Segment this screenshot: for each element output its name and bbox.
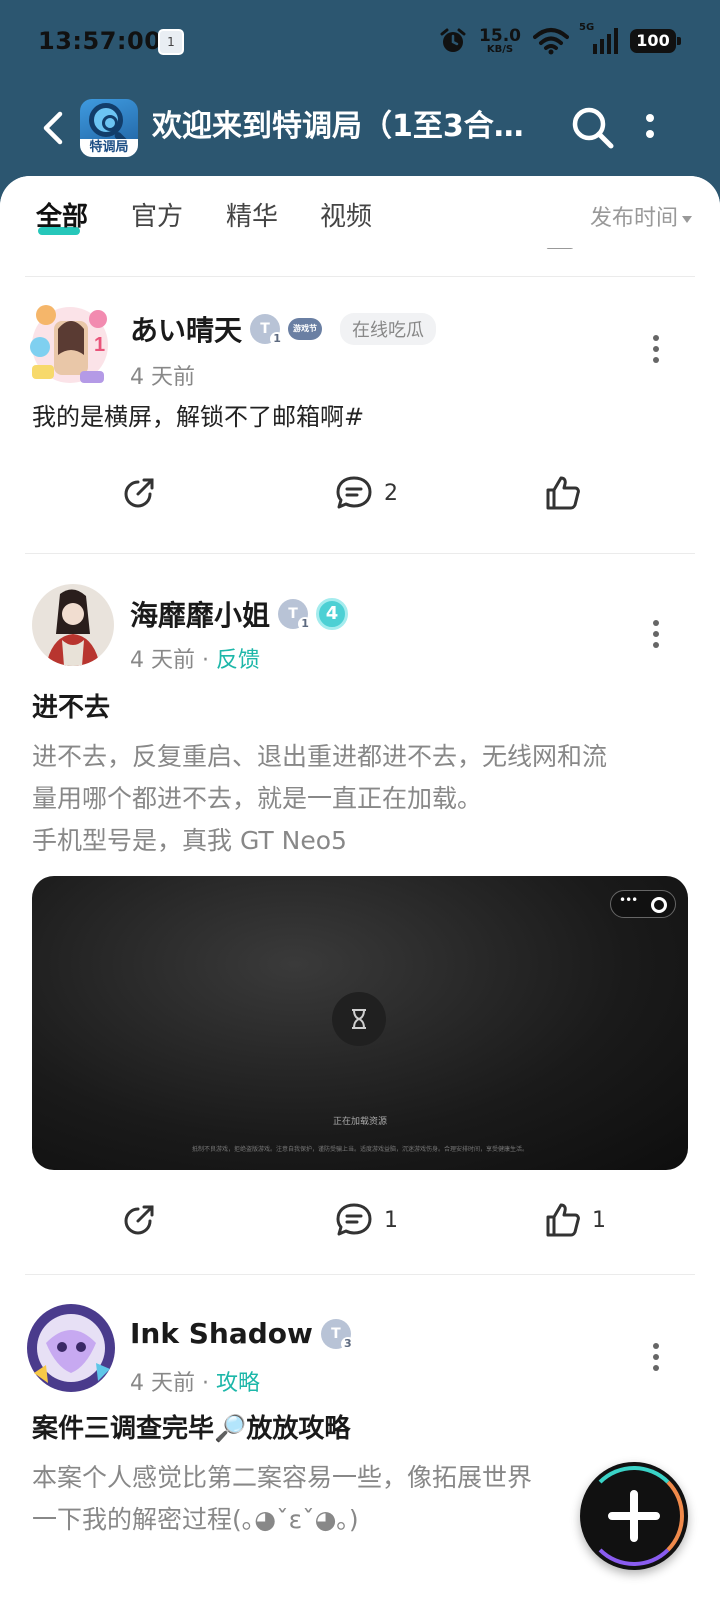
share-button[interactable] [120, 473, 158, 513]
level-badge: T1 [250, 314, 285, 346]
video-notice: 抵制不良游戏，拒绝盗版游戏。注意自我保护，谨防受骗上当。适度游戏益脑，沉迷游戏伤… [191, 1146, 528, 1153]
comment-button[interactable]: 2 [334, 473, 398, 513]
post-meta: 4 天前 · 反馈 [130, 648, 260, 673]
comment-icon [336, 1203, 372, 1236]
tab-featured[interactable]: 精华 [226, 196, 278, 233]
tab-all[interactable]: 全部 [36, 196, 88, 235]
post-meta: 4 天前 [130, 359, 195, 391]
app-logo: 特调局 [80, 99, 138, 157]
plus-icon [608, 1490, 660, 1542]
thumbs-up-icon [546, 476, 580, 510]
wifi-icon [533, 28, 569, 55]
level-badge: T3 [320, 1318, 355, 1351]
avatar[interactable]: 1 [24, 295, 116, 391]
like-button[interactable]: 1 [544, 1200, 606, 1240]
net-speed: 15.0 KB/S [479, 25, 521, 55]
post-category[interactable]: 反馈 [216, 648, 260, 673]
comment-button[interactable]: 1 [334, 1200, 398, 1240]
user-tag: 在线吃瓜 [340, 313, 437, 345]
comment-count: 1 [384, 1207, 398, 1233]
post-text: 我的是横屏，解锁不了邮箱啊# [32, 403, 365, 431]
post-more-icon[interactable] [652, 1341, 660, 1371]
post-category[interactable]: 攻略 [216, 1371, 260, 1396]
post-feed: 1 あい晴天 T1 游戏节 在线吃瓜 4 天前 我的是横屏，解锁不了邮箱啊# 2… [0, 215, 720, 1541]
post-actions: 2 [0, 437, 720, 553]
post-meta: 4 天前 · 攻略 [130, 1371, 260, 1396]
post-more-icon[interactable] [652, 618, 660, 648]
share-icon [124, 1205, 154, 1235]
like-count: 1 [592, 1207, 606, 1233]
post-actions: 1 1 [0, 1170, 720, 1274]
video-loading-text: 正在加载资源 [332, 1117, 387, 1127]
calendar-icon: 1 [158, 29, 184, 55]
share-button[interactable] [120, 1200, 158, 1240]
battery-icon: 100 [630, 29, 681, 53]
hourglass-icon [332, 992, 386, 1046]
post-time: 4 天前 [130, 1371, 195, 1396]
cell-signal-icon: 5G [579, 22, 618, 54]
medal-badge: 游戏节 [288, 318, 323, 340]
tab-official[interactable]: 官方 [131, 196, 183, 233]
post-time: 4 天前 [130, 648, 195, 673]
search-icon[interactable] [570, 105, 616, 151]
post-author[interactable]: Ink Shadow T3 [130, 1317, 355, 1351]
filter-tabs: 全部 官方 精华 视频 发布时间 [0, 176, 720, 248]
like-button[interactable] [544, 473, 582, 513]
create-post-button[interactable] [580, 1462, 688, 1570]
author-name: 海靡靡小姐 [130, 599, 271, 632]
share-icon [124, 478, 154, 508]
video-thumbnail[interactable]: 正在加载资源 抵制不良游戏，拒绝盗版游戏。注意自我保护，谨防受骗上当。适度游戏益… [32, 876, 688, 1170]
author-name: あい晴天 [130, 314, 243, 347]
avatar[interactable] [32, 584, 114, 666]
post-title: 案件三调查完毕🔎放放攻略 [32, 1414, 351, 1444]
top-app-bar: 特调局 欢迎来到特调局（1至3合… [0, 86, 720, 186]
post-more-icon[interactable] [652, 333, 660, 363]
author-name: Ink Shadow [130, 1317, 313, 1350]
comment-icon [336, 476, 372, 509]
post-title: 进不去 [32, 693, 111, 723]
status-bar: 13:57:00 1 15.0 KB/S 5G 100 [0, 0, 720, 86]
avatar[interactable] [26, 1303, 116, 1393]
post-card[interactable]: 海靡靡小姐 T1 4 4 天前 · 反馈 进不去 进不去，反复重启、退出重进都进… [0, 554, 720, 1274]
sort-dropdown[interactable]: 发布时间 [590, 200, 692, 232]
status-time: 13:57:00 [38, 27, 162, 55]
back-arrow-icon[interactable] [38, 108, 70, 148]
status-icons: 15.0 KB/S 5G 100 [439, 22, 681, 58]
content-sheet: 全部 官方 精华 视频 发布时间 1 あい晴天 T 1 游戏节 在线吃瓜 4 天… [0, 176, 720, 1610]
post-time: 4 天前 [130, 365, 195, 390]
post-body: 进不去，反复重启、退出重进都进不去，无线网和流 量用哪个都进不去，就是一直正在加… [32, 742, 608, 855]
achievement-badge: 4 [316, 598, 349, 630]
more-vertical-icon[interactable] [640, 108, 660, 148]
caret-down-icon [682, 215, 692, 223]
post-author[interactable]: 海靡靡小姐 T1 4 [130, 594, 349, 634]
thumbs-up-icon [546, 1203, 580, 1237]
tab-video[interactable]: 视频 [320, 196, 372, 233]
post-author[interactable]: あい晴天 T1 游戏节 在线吃瓜 [130, 309, 437, 349]
miniprogram-capsule[interactable] [610, 890, 676, 918]
comment-count: 2 [384, 480, 398, 506]
level-badge: T1 [278, 599, 313, 631]
page-title: 欢迎来到特调局（1至3合… [152, 109, 524, 144]
svg-text:1: 1 [94, 334, 105, 356]
alarm-icon [440, 28, 466, 52]
post-card[interactable]: 1 あい晴天 T1 游戏节 在线吃瓜 4 天前 我的是横屏，解锁不了邮箱啊# 2 [0, 277, 720, 553]
